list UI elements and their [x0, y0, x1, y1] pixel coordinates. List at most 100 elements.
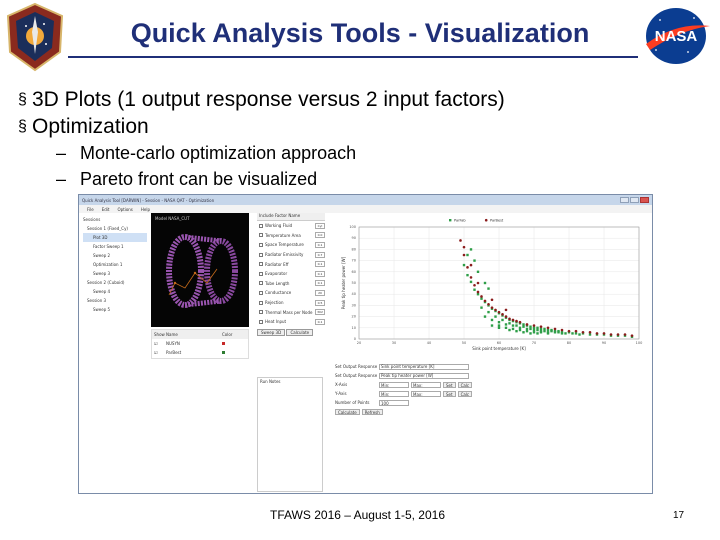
y-tick-label: 0: [354, 337, 356, 341]
y-tick-label: 60: [352, 270, 356, 274]
dropdown-value: Peak tip heater power [W]: [381, 373, 434, 378]
data-point: [529, 332, 532, 335]
factor-value[interactable]: 0.1: [315, 241, 325, 248]
factor-value[interactable]: 20: [315, 289, 325, 296]
minimize-button[interactable]: [620, 197, 629, 203]
tree-item[interactable]: Session 1 (Fixed_Cy): [83, 224, 147, 233]
points-label: Number of Points: [335, 400, 370, 405]
show-checkbox[interactable]: ☑: [152, 341, 166, 346]
data-point: [518, 326, 522, 329]
maximize-button[interactable]: [630, 197, 639, 203]
include-checkbox[interactable]: [259, 271, 263, 276]
data-point: [536, 332, 539, 335]
factor-value[interactable]: 0.1: [315, 261, 325, 268]
output-response-dropdown[interactable]: Peak tip heater power [W]: [379, 372, 469, 379]
tree-item[interactable]: Sweep 4: [83, 287, 147, 296]
data-point: [497, 326, 501, 329]
data-point: [515, 324, 518, 327]
data-point: [543, 329, 546, 333]
sweep3d-button[interactable]: Sweep 3D: [257, 328, 286, 336]
data-point: [501, 318, 504, 322]
calculate-button[interactable]: Calculate: [286, 328, 314, 336]
include-checkbox[interactable]: [259, 281, 263, 286]
calculate-action-button[interactable]: Calculate: [335, 408, 360, 415]
include-checkbox[interactable]: [259, 319, 263, 324]
factor-name: Space Temperature: [265, 242, 304, 248]
factor-value[interactable]: 0.1: [315, 270, 325, 277]
min-field[interactable]: Min:: [379, 390, 409, 397]
tree-item[interactable]: Sessions: [83, 215, 147, 224]
data-point: [504, 315, 508, 318]
control-row: Set Output Response Peak tip heater powe…: [335, 371, 535, 380]
points-field[interactable]: 100: [379, 399, 409, 406]
tree-item[interactable]: Plot 3D: [83, 233, 147, 242]
tree-item[interactable]: Session 3: [83, 296, 147, 305]
close-button[interactable]: [640, 197, 649, 203]
data-point: [504, 308, 508, 312]
data-point: [574, 329, 578, 333]
plot3d-viewport[interactable]: Model NASA_CUT: [151, 213, 249, 327]
tree-item[interactable]: Sweep 2: [83, 251, 147, 260]
data-point: [515, 329, 518, 333]
min-field[interactable]: Min:: [379, 381, 409, 388]
title-underline: [68, 56, 638, 58]
y-tick-label: 30: [352, 303, 356, 307]
calc-button[interactable]: Calc: [457, 381, 473, 388]
factor-value[interactable]: 302: [315, 309, 325, 316]
legend-label: ParBest: [490, 219, 504, 223]
include-checkbox[interactable]: [259, 223, 263, 228]
include-checkbox[interactable]: [259, 290, 263, 295]
table-row[interactable]: ☑ ParBest: [152, 348, 248, 357]
include-checkbox[interactable]: [259, 242, 263, 247]
data-point: [525, 327, 529, 331]
tree-item[interactable]: Sweep 5: [83, 305, 147, 314]
calc-button[interactable]: Calc: [457, 390, 473, 397]
x-tick-label: 80: [567, 341, 571, 345]
max-field[interactable]: Max:: [411, 381, 441, 388]
y-tick-label: 20: [352, 315, 356, 319]
tree-item[interactable]: Factor Sweep 1: [83, 242, 147, 251]
menu-options[interactable]: Options: [117, 207, 132, 212]
include-checkbox[interactable]: [259, 300, 263, 305]
output-response-dropdown[interactable]: Sink point temperature [K]: [379, 363, 469, 370]
data-point: [494, 315, 497, 318]
data-point: [494, 308, 497, 312]
x-tick-label: 60: [497, 341, 501, 345]
refresh-button[interactable]: Refresh: [361, 408, 383, 415]
factor-row: Tube Length 0.1: [257, 279, 325, 289]
app-window-title: Quick Analysis Tool [DARWIN] - Session -…: [82, 197, 215, 203]
data-point: [602, 332, 606, 335]
table-row[interactable]: ☑ NUSYN: [152, 339, 248, 348]
color-swatch[interactable]: [222, 351, 225, 354]
menu-file[interactable]: File: [87, 207, 94, 212]
data-point: [546, 328, 550, 332]
menu-edit[interactable]: Edit: [102, 207, 110, 212]
factor-value[interactable]: 0.7: [315, 251, 325, 258]
set-button[interactable]: Set: [443, 381, 456, 388]
data-point: [487, 302, 490, 306]
max-field[interactable]: Max:: [411, 390, 441, 397]
data-point: [588, 333, 592, 336]
y-tick-label: 40: [352, 292, 356, 296]
color-swatch[interactable]: [222, 342, 225, 345]
tree-item[interactable]: Optimization 1: [83, 260, 147, 269]
factor-value[interactable]: 0.1: [315, 280, 325, 287]
series-name: NUSYN: [166, 341, 180, 346]
factor-name: Tube Length: [265, 280, 290, 286]
factor-value[interactable]: 0.0: [315, 232, 325, 239]
factor-value[interactable]: Cyl: [315, 222, 325, 229]
show-checkbox[interactable]: ☑: [152, 350, 166, 355]
tree-item[interactable]: Sweep 3: [83, 269, 147, 278]
include-checkbox[interactable]: [259, 310, 263, 315]
include-checkbox[interactable]: [259, 262, 263, 267]
factor-value[interactable]: 0.5: [315, 299, 325, 306]
include-checkbox[interactable]: [259, 252, 263, 257]
include-checkbox[interactable]: [259, 233, 263, 238]
data-point: [616, 333, 620, 336]
set-button[interactable]: Set: [443, 390, 456, 397]
factor-value[interactable]: 0.1: [315, 318, 325, 325]
menu-help[interactable]: Help: [141, 207, 150, 212]
tree-item[interactable]: Session 2 (Cuboid): [83, 278, 147, 287]
page-number: 17: [673, 510, 685, 521]
data-point: [567, 329, 571, 333]
